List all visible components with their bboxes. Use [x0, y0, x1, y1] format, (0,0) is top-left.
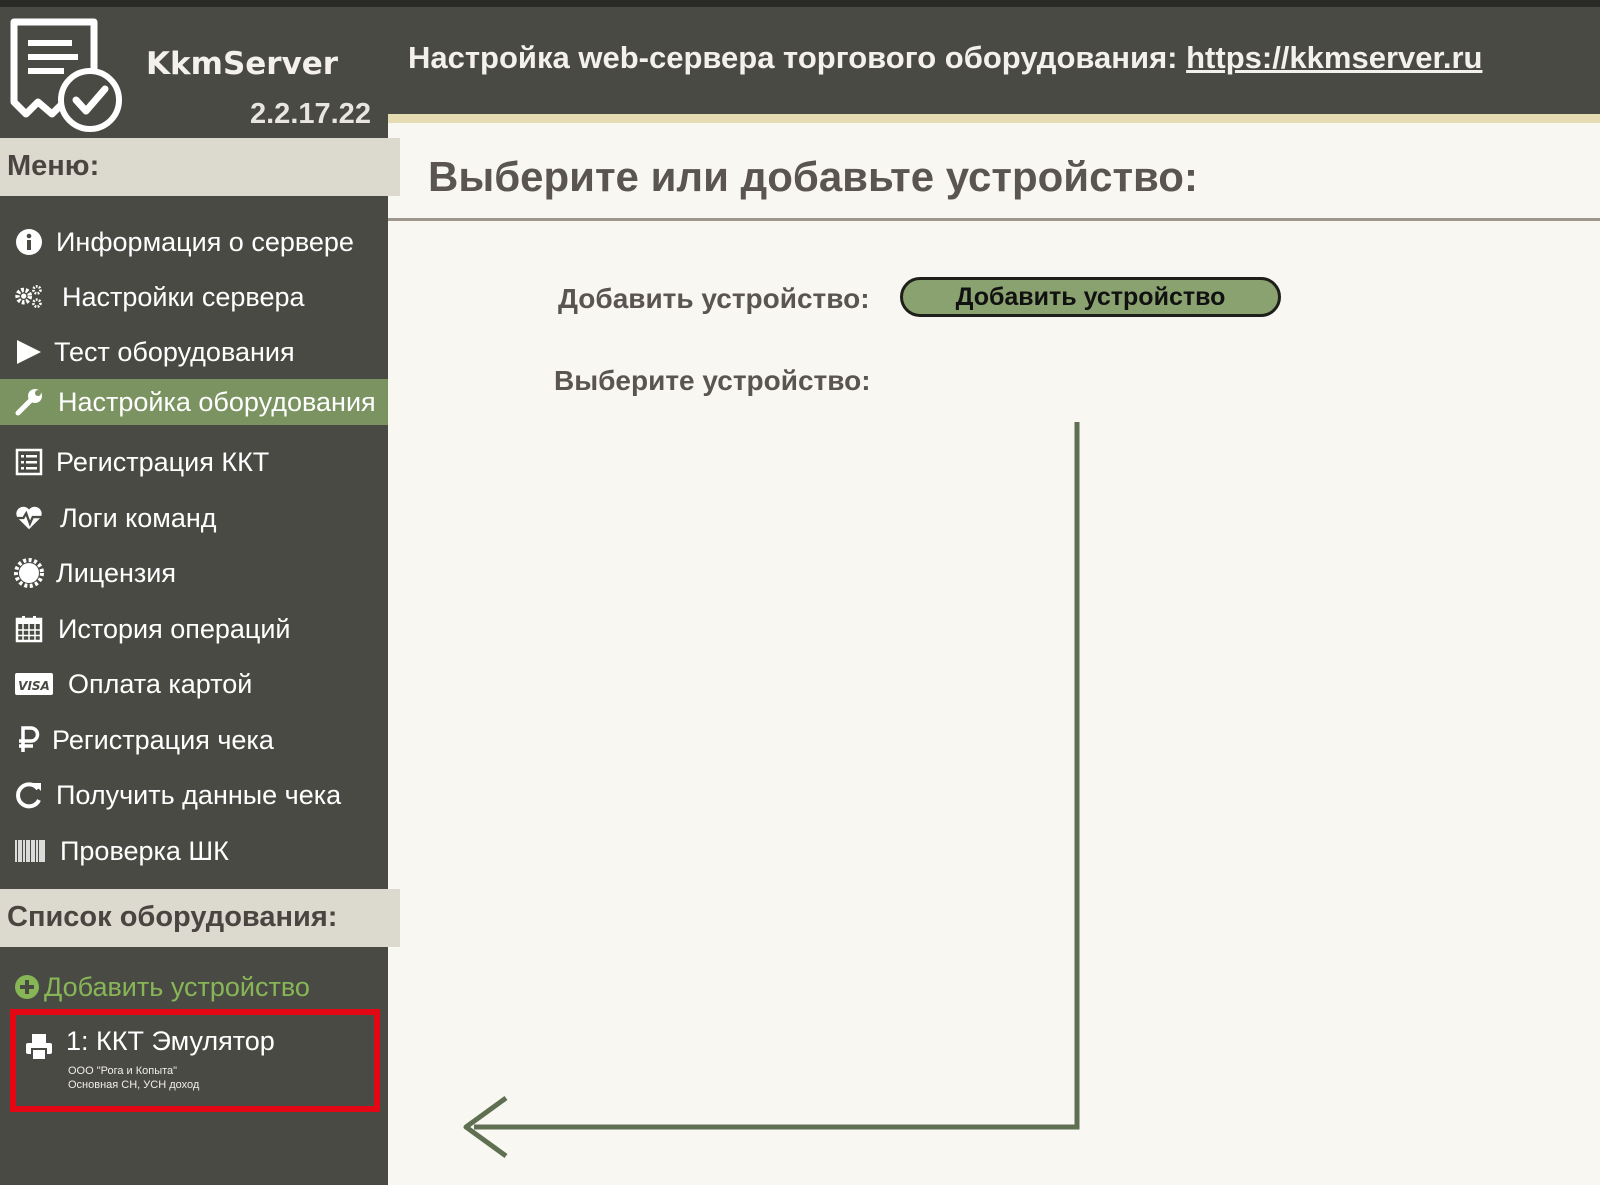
play-icon — [17, 340, 41, 364]
equipment-list-heading-text: Список оборудования: — [7, 901, 338, 933]
menu-item-label: История операций — [58, 614, 291, 644]
printer-icon — [26, 1034, 52, 1061]
menu-item-get-receipt-data[interactable]: Получить данные чека — [0, 772, 388, 818]
menu-item-server-info[interactable]: Информация о сервере — [0, 219, 388, 265]
menu-heading: Меню: — [0, 138, 400, 196]
menu-item-kkt-registration[interactable]: Регистрация ККТ — [0, 439, 388, 485]
list-icon — [15, 448, 43, 476]
menu-item-label: Логи команд — [60, 503, 217, 533]
menu-item-label: Регистрация ККТ — [56, 447, 270, 477]
device-item-kkt-emulator[interactable]: 1: ККТ Эмулятор ООО "Рога и Копыта" Осно… — [10, 1009, 380, 1112]
menu-item-label: Оплата картой — [68, 669, 253, 699]
menu-item-server-settings[interactable]: Настройки сервера — [0, 274, 388, 320]
refresh-icon — [16, 782, 41, 809]
choose-device-label: Выберите устройство: — [554, 365, 871, 396]
menu-item-barcode-check[interactable]: Проверка ШК — [0, 828, 388, 874]
menu-item-card-payment[interactable]: VISA Оплата картой — [0, 661, 388, 707]
sidebar-add-device-label: Добавить устройство — [44, 972, 310, 1002]
menu-item-operation-history[interactable]: История операций — [0, 606, 388, 652]
barcode-icon — [15, 840, 45, 862]
device-name: 1: ККТ Эмулятор — [66, 1026, 275, 1056]
menu-item-label: Проверка ШК — [60, 836, 229, 866]
menu-heading-text: Меню: — [7, 150, 100, 182]
menu-item-equipment-test[interactable]: Тест оборудования — [0, 329, 388, 375]
equipment-list-heading: Список оборудования: — [0, 889, 400, 947]
calendar-icon — [15, 616, 43, 643]
title-divider — [388, 218, 1600, 221]
menu-item-license[interactable]: Лицензия — [0, 550, 388, 596]
menu-item-command-logs[interactable]: Логи команд — [0, 495, 388, 541]
sidebar: Меню: Информация о сервере Настройки сер… — [0, 114, 400, 1176]
heartbeat-icon — [15, 506, 43, 530]
menu-item-label: Получить данные чека — [56, 780, 342, 810]
device-organization: ООО "Рога и Копыта" — [68, 1065, 178, 1077]
menu-item-label: Тест оборудования — [54, 337, 295, 367]
app-title: KkmServer — [146, 46, 339, 82]
add-device-button[interactable]: Добавить устройство — [900, 277, 1281, 317]
header-site-link[interactable]: https://kkmserver.ru — [1186, 40, 1482, 75]
main-content: Выберите или добавьте устройство: Добави… — [388, 114, 1600, 1185]
svg-text:VISA: VISA — [18, 679, 50, 693]
add-device-label: Добавить устройство: — [558, 283, 870, 314]
visa-card-icon: VISA — [15, 673, 53, 695]
menu-item-label: Регистрация чека — [52, 725, 274, 755]
ruble-icon — [19, 726, 40, 752]
menu-item-receipt-registration[interactable]: Регистрация чека — [0, 717, 388, 763]
header-title: Настройка web-сервера торгового оборудов… — [408, 40, 1482, 76]
info-icon — [16, 229, 42, 255]
gears-icon — [15, 285, 42, 309]
certificate-icon — [14, 558, 44, 588]
page-title: Выберите или добавьте устройство: — [428, 153, 1198, 200]
wrench-icon — [15, 389, 42, 416]
menu-item-label: Настройки сервера — [62, 282, 305, 312]
menu-item-equipment-setup[interactable]: Настройка оборудования — [0, 379, 388, 425]
sidebar-add-device-link[interactable]: Добавить устройство — [14, 972, 310, 1003]
header-title-text: Настройка web-сервера торгового оборудов… — [408, 40, 1187, 75]
menu-item-label: Лицензия — [56, 558, 176, 588]
plus-circle-icon — [15, 975, 39, 999]
menu-item-label: Настройка оборудования — [58, 387, 376, 417]
menu-item-label: Информация о сервере — [56, 227, 354, 257]
browser-strip — [0, 0, 1600, 7]
device-tax-system: Основная СН, УСН доход — [68, 1079, 200, 1091]
